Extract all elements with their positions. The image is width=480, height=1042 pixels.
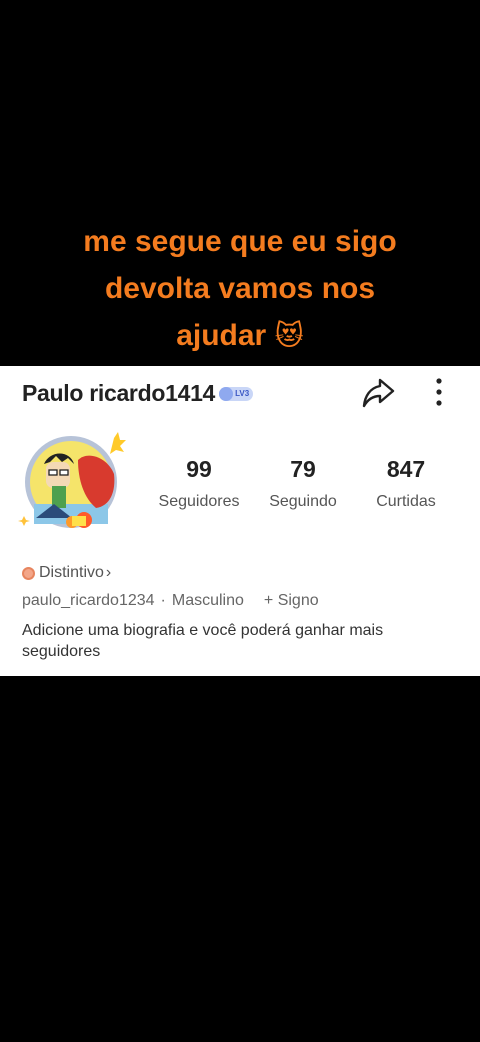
- avatar[interactable]: [16, 428, 130, 532]
- share-arrow-icon: [362, 378, 395, 408]
- badge-icon: [22, 566, 35, 580]
- profile-title-row: Paulo ricardo1414 LV3: [22, 380, 254, 407]
- caption-line-3: ajudar 😻: [176, 319, 304, 352]
- video-caption: me segue que eu sigo devolta vamos nos a…: [0, 218, 480, 359]
- stat-following-value: 79: [290, 456, 316, 482]
- profile-handle: paulo_ricardo1234: [22, 592, 155, 609]
- stat-following[interactable]: 79 Seguindo: [243, 456, 363, 511]
- stat-followers-label: Seguidores: [158, 493, 240, 510]
- badge-label: Distintivo: [39, 564, 104, 581]
- heart-eyes-cat-emoji: 😻: [274, 319, 304, 352]
- meta-separator: ·: [160, 592, 166, 609]
- badge-link[interactable]: Distintivo ›: [22, 564, 111, 582]
- profile-gender: Masculino: [171, 592, 244, 609]
- level-label: LV3: [235, 389, 250, 398]
- profile-card: Paulo ricardo1414 LV3 99 Seguidores 79 S…: [0, 366, 480, 676]
- stat-followers[interactable]: 99 Seguidores: [139, 456, 259, 511]
- level-badge[interactable]: LV3: [219, 386, 254, 401]
- stat-likes[interactable]: 847 Curtidas: [346, 456, 466, 511]
- stat-following-label: Seguindo: [269, 493, 337, 510]
- profile-username: Paulo ricardo1414: [22, 380, 216, 406]
- stat-likes-value: 847: [386, 456, 426, 482]
- more-options-button[interactable]: [426, 376, 452, 410]
- chevron-right-icon: ›: [105, 564, 112, 581]
- share-button[interactable]: [360, 376, 396, 410]
- profile-bio[interactable]: Adicione uma biografia e você poderá gan…: [22, 620, 462, 662]
- caption-line-1: me segue que eu sigo: [83, 225, 397, 258]
- caption-line-2: devolta vamos nos: [104, 272, 376, 305]
- more-vertical-icon: [436, 378, 442, 406]
- level-icon: [219, 386, 234, 401]
- stat-followers-value: 99: [186, 456, 212, 482]
- add-sign-button[interactable]: + Signo: [264, 592, 319, 610]
- profile-meta: paulo_ricardo1234 · Masculino + Signo: [22, 592, 319, 610]
- stat-likes-label: Curtidas: [376, 493, 436, 510]
